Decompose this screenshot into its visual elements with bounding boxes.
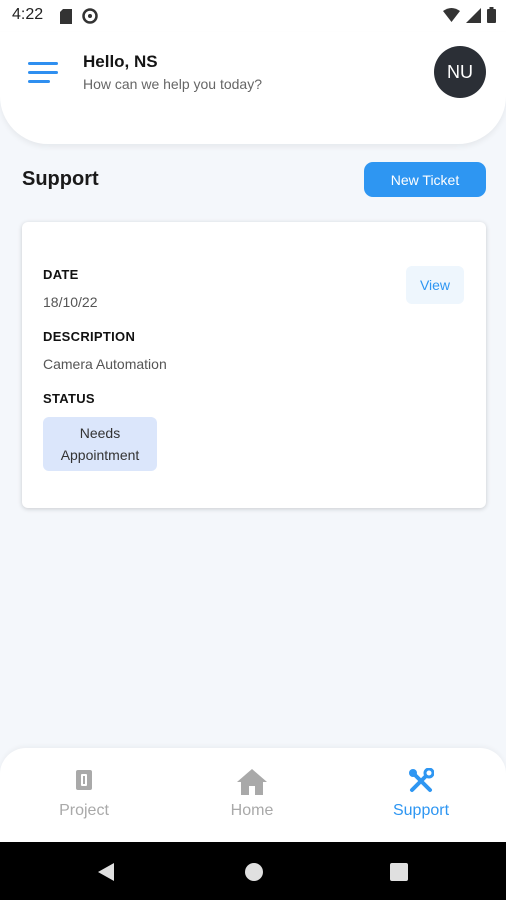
- status-bar: 4:22: [0, 0, 506, 32]
- do-not-disturb-icon: [82, 8, 98, 29]
- description-value: Camera Automation: [43, 356, 167, 372]
- menu-button[interactable]: [28, 60, 62, 86]
- sd-card-icon: [60, 8, 72, 29]
- greeting-subtitle: How can we help you today?: [83, 76, 262, 92]
- recents-icon[interactable]: [390, 863, 408, 886]
- date-value: 18/10/22: [43, 294, 98, 310]
- greeting-title: Hello, NS: [83, 52, 158, 71]
- status-badge-line1: Needs: [79, 425, 121, 441]
- nav-label-project: Project: [59, 802, 109, 819]
- avatar[interactable]: NU: [434, 46, 486, 98]
- app-header: Hello, NS How can we help you today? NU: [0, 32, 506, 144]
- menu-icon: [28, 62, 58, 65]
- home-circle-icon[interactable]: [244, 862, 264, 887]
- view-ticket-button[interactable]: View: [406, 266, 464, 304]
- nav-item-support[interactable]: Support: [336, 748, 506, 842]
- home-icon: [236, 768, 268, 801]
- date-label: DATE: [43, 267, 79, 282]
- nav-label-support: Support: [392, 802, 450, 819]
- nav-label-home: Home: [230, 802, 274, 819]
- system-navigation-bar: [0, 842, 506, 900]
- status-time: 4:22: [12, 6, 44, 23]
- description-label: DESCRIPTION: [43, 329, 136, 344]
- signal-icon: [466, 7, 481, 28]
- bottom-navigation: Project Home Support: [0, 748, 506, 842]
- back-icon[interactable]: [97, 862, 115, 887]
- nav-item-home[interactable]: Home: [168, 748, 336, 842]
- ticket-card: DATE 18/10/22 DESCRIPTION Camera Automat…: [22, 222, 486, 508]
- page-title: Support: [22, 168, 99, 190]
- project-icon: [73, 768, 95, 797]
- battery-icon: [487, 7, 496, 28]
- support-tools-icon: [408, 767, 435, 799]
- status-label: STATUS: [43, 391, 95, 406]
- status-badge: Needs Appointment: [43, 417, 157, 471]
- status-badge-line2: Appointment: [60, 447, 140, 463]
- new-ticket-button[interactable]: New Ticket: [364, 162, 486, 197]
- wifi-icon: [443, 8, 460, 27]
- nav-item-project[interactable]: Project: [0, 748, 168, 842]
